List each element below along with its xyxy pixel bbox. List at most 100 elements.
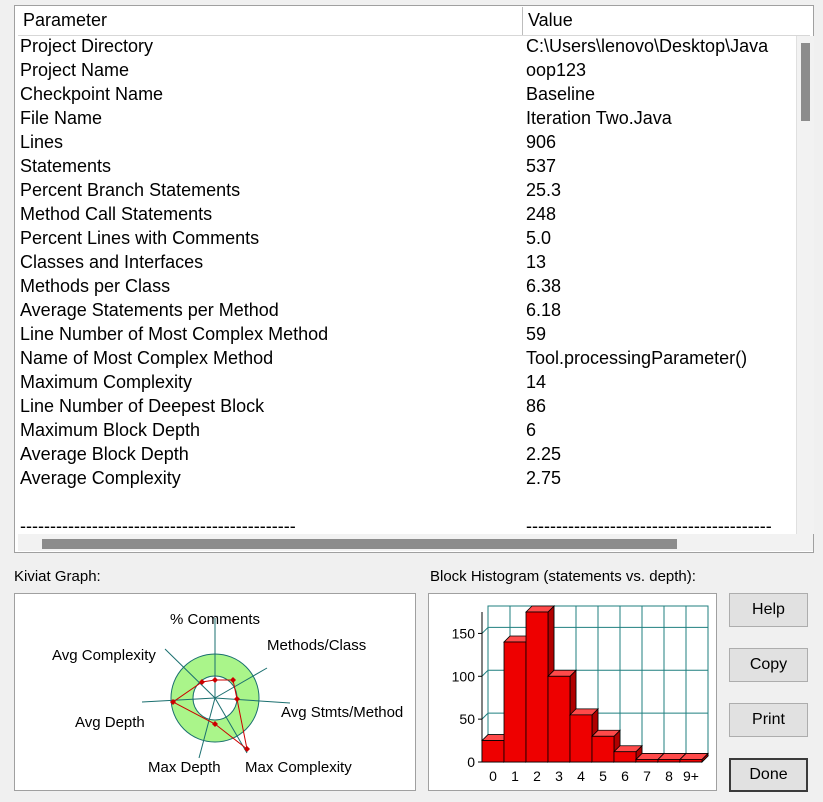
histogram-x-tick-label: 8 bbox=[665, 768, 673, 784]
block-histogram-label: Block Histogram (statements vs. depth): bbox=[430, 568, 696, 585]
value-cell: 59 bbox=[526, 324, 547, 344]
value-cell: 248 bbox=[526, 204, 557, 224]
kiviat-axis-label: Avg Complexity bbox=[52, 647, 156, 664]
table-header: Parameter Value bbox=[18, 7, 810, 36]
table-row[interactable]: Line Number of Deepest Block 86 bbox=[18, 396, 793, 420]
parameter-cell: ----------------------------------------… bbox=[20, 516, 296, 534]
parameter-cell: Average Statements per Method bbox=[20, 300, 279, 320]
table-row[interactable]: Methods per Class 6.38 bbox=[18, 276, 793, 300]
kiviat-axis-label: Avg Stmts/Method bbox=[281, 704, 403, 721]
vertical-scrollbar[interactable] bbox=[796, 36, 814, 534]
histogram-y-tick-label: 150 bbox=[452, 625, 476, 641]
histogram-y-tick-label: 0 bbox=[467, 754, 475, 770]
histogram-chart: 0501001500 1 2 3 4 5 6 7 8 9+ bbox=[452, 605, 710, 784]
parameter-cell: Maximum Complexity bbox=[20, 372, 193, 392]
histogram-bar bbox=[591, 735, 615, 763]
table-row[interactable]: Line Number of Most Complex Method 59 bbox=[18, 324, 793, 348]
kiviat-axis-label: Max Depth bbox=[148, 759, 221, 776]
kiviat-graph: % Comments Methods/Class Avg Stmts/Method M… bbox=[14, 593, 416, 791]
histogram-grid-line bbox=[481, 669, 489, 677]
histogram-bar bbox=[525, 611, 549, 763]
histogram-bar bbox=[613, 751, 637, 763]
table-body: Project Directory C:\Users\lenovo\Desktop… bbox=[18, 36, 793, 534]
value-cell: 25.3 bbox=[526, 180, 562, 200]
histogram-grid-line bbox=[481, 712, 489, 720]
value-cell: Iteration Two.Java bbox=[526, 108, 672, 128]
value-cell: 906 bbox=[526, 132, 557, 152]
table-row[interactable]: Percent Branch Statements 25.3 bbox=[18, 180, 793, 204]
parameter-cell: Method Call Statements bbox=[20, 204, 213, 224]
value-cell: 5.0 bbox=[526, 228, 552, 248]
parameter-cell: Line Number of Deepest Block bbox=[20, 396, 265, 416]
histogram-grid-line bbox=[481, 627, 489, 634]
parameter-cell: Percent Branch Statements bbox=[20, 180, 241, 200]
parameter-cell: Name of Most Complex Method bbox=[20, 348, 274, 368]
table-row[interactable]: Average Statements per Method 6.18 bbox=[18, 300, 793, 324]
histogram-x-tick-label: 5 bbox=[599, 768, 607, 784]
print-button[interactable]: Print bbox=[729, 703, 808, 737]
value-cell: ----------------------------------------… bbox=[526, 516, 772, 534]
table-row[interactable]: Average Complexity 2.75 bbox=[18, 468, 793, 492]
kiviat-axis-label: Max Complexity bbox=[245, 759, 352, 776]
histogram-x-tick-label: 4 bbox=[577, 768, 585, 784]
horizontal-scrollbar[interactable] bbox=[18, 534, 796, 551]
help-button[interactable]: Help bbox=[729, 593, 808, 627]
value-cell: 13 bbox=[526, 252, 547, 272]
histogram-bar bbox=[481, 740, 505, 763]
histogram-x-tick-label: 1 bbox=[511, 768, 519, 784]
table-row[interactable]: Classes and Interfaces 13 bbox=[18, 252, 793, 276]
column-header-value[interactable]: Value bbox=[523, 7, 810, 35]
histogram-x-tick-label: 3 bbox=[555, 768, 563, 784]
value-cell: oop123 bbox=[526, 60, 587, 80]
parameter-cell: Maximum Block Depth bbox=[20, 420, 201, 440]
histogram-bar bbox=[503, 641, 527, 763]
table-row[interactable] bbox=[18, 492, 793, 516]
histogram-bar bbox=[547, 675, 571, 763]
parameter-cell: Average Block Depth bbox=[20, 444, 189, 464]
kiviat-axis-label: Methods/Class bbox=[267, 637, 366, 654]
parameter-cell: Classes and Interfaces bbox=[20, 252, 204, 272]
table-row[interactable]: Statements 537 bbox=[18, 156, 793, 180]
table-row[interactable]: Percent Lines with Comments 5.0 bbox=[18, 228, 793, 252]
parameter-cell: Lines bbox=[20, 132, 64, 152]
parameter-cell: Checkpoint Name bbox=[20, 84, 164, 104]
histogram-x-tick-label: 9+ bbox=[683, 768, 699, 784]
histogram-bar bbox=[679, 759, 703, 763]
value-cell: 6.38 bbox=[526, 276, 562, 296]
table-row[interactable]: Maximum Complexity 14 bbox=[18, 372, 793, 396]
table-row[interactable]: Method Call Statements 248 bbox=[18, 204, 793, 228]
vertical-scrollbar-thumb[interactable] bbox=[801, 43, 810, 121]
parameter-cell: Line Number of Most Complex Method bbox=[20, 324, 329, 344]
histogram-bar bbox=[657, 759, 681, 763]
horizontal-scrollbar-thumb[interactable] bbox=[42, 539, 677, 549]
table-row[interactable]: Project Directory C:\Users\lenovo\Desktop… bbox=[18, 36, 793, 60]
histogram-y-tick-label: 100 bbox=[452, 668, 476, 684]
block-histogram: 0 50 100 150 0 1 2 3 4 5 6 7 8 9+ bbox=[428, 593, 717, 791]
parameter-cell: File Name bbox=[20, 108, 103, 128]
kiviat-axis-label: Avg Depth bbox=[75, 714, 145, 731]
kiviat-chart: % Comments Methods/Class Avg Stmts/Method M… bbox=[52, 611, 403, 776]
parameter-cell: Statements bbox=[20, 156, 112, 176]
table-row[interactable]: Project Name oop123 bbox=[18, 60, 793, 84]
parameter-cell: Percent Lines with Comments bbox=[20, 228, 260, 248]
table-row[interactable]: Average Block Depth 2.25 bbox=[18, 444, 793, 468]
table-row[interactable]: Lines 906 bbox=[18, 132, 793, 156]
histogram-y-tick-label: 50 bbox=[459, 711, 475, 727]
table-row[interactable]: Name of Most Complex Method Tool.processi… bbox=[18, 348, 793, 372]
value-cell: 2.75 bbox=[526, 468, 562, 488]
value-cell: C:\Users\lenovo\Desktop\Java bbox=[526, 36, 769, 56]
table-row[interactable]: Checkpoint Name Baseline bbox=[18, 84, 793, 108]
done-button[interactable]: Done bbox=[729, 758, 808, 792]
histogram-bar bbox=[569, 714, 593, 763]
value-cell: 2.25 bbox=[526, 444, 562, 464]
parameter-cell: Project Directory bbox=[20, 36, 154, 56]
table-row[interactable]: Maximum Block Depth 6 bbox=[18, 420, 793, 444]
table-row[interactable]: File Name Iteration Two.Java bbox=[18, 108, 793, 132]
column-header-parameter[interactable]: Parameter bbox=[18, 7, 523, 35]
value-cell: 86 bbox=[526, 396, 547, 416]
parameter-cell: Project Name bbox=[20, 60, 130, 80]
table-row[interactable]: ----------------------------------------… bbox=[18, 516, 793, 534]
copy-button[interactable]: Copy bbox=[729, 648, 808, 682]
parameter-cell: Average Complexity bbox=[20, 468, 181, 488]
histogram-x-tick-label: 7 bbox=[643, 768, 651, 784]
